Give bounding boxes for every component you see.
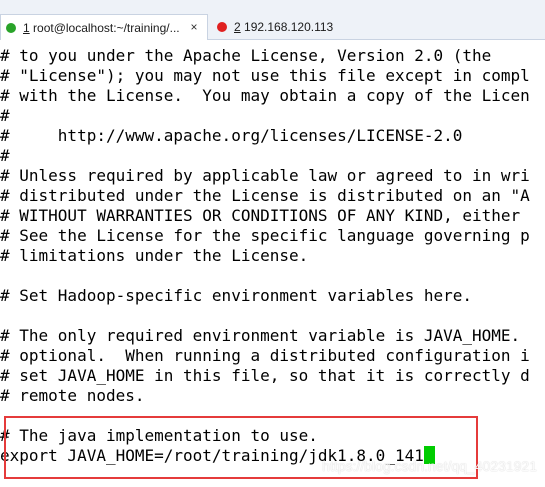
terminal-line: # The only required environment variable… — [0, 326, 521, 345]
disconnected-status-icon — [217, 22, 227, 32]
terminal-line: # set JAVA_HOME in this file, so that it… — [0, 366, 530, 385]
terminal-line: # Unless required by applicable law or a… — [0, 166, 530, 185]
tab-title: root@localhost:~/training/... — [29, 20, 180, 35]
tab-number: 2 — [234, 20, 241, 34]
terminal-line: # Set Hadoop-specific environment variab… — [0, 286, 473, 305]
tab-bar: 1 root@localhost:~/training/... × 2 192.… — [0, 0, 545, 40]
terminal-line: # WITHOUT WARRANTIES OR CONDITIONS OF AN… — [0, 206, 521, 225]
terminal-line: # — [0, 146, 10, 165]
tab-title: 192.168.120.113 — [240, 20, 334, 34]
terminal-line: # to you under the Apache License, Versi… — [0, 46, 492, 65]
terminal-line: # http://www.apache.org/licenses/LICENSE… — [0, 126, 463, 145]
terminal-line: # distributed under the License is distr… — [0, 186, 530, 205]
terminal-line: # "License"); you may not use this file … — [0, 66, 530, 85]
terminal-line: # with the License. You may obtain a cop… — [0, 86, 530, 105]
terminal-line: # optional. When running a distributed c… — [0, 346, 530, 365]
terminal-line: # See the License for the specific langu… — [0, 226, 530, 245]
terminal-line: # — [0, 106, 10, 125]
connected-status-icon — [6, 22, 16, 33]
terminal-line: # remote nodes. — [0, 386, 145, 405]
close-tab-icon[interactable]: × — [187, 20, 201, 34]
tab-session-1[interactable]: 1 root@localhost:~/training/... × — [0, 14, 208, 40]
tab-label: 2 192.168.120.113 — [234, 20, 333, 34]
tab-label: 1 root@localhost:~/training/... — [23, 21, 180, 35]
terminal-line: # limitations under the License. — [0, 246, 309, 265]
tab-number: 1 — [23, 20, 30, 35]
watermark: https://blog.csdn.net/qq_40231921 — [322, 458, 537, 474]
tab-session-2[interactable]: 2 192.168.120.113 — [212, 14, 545, 40]
